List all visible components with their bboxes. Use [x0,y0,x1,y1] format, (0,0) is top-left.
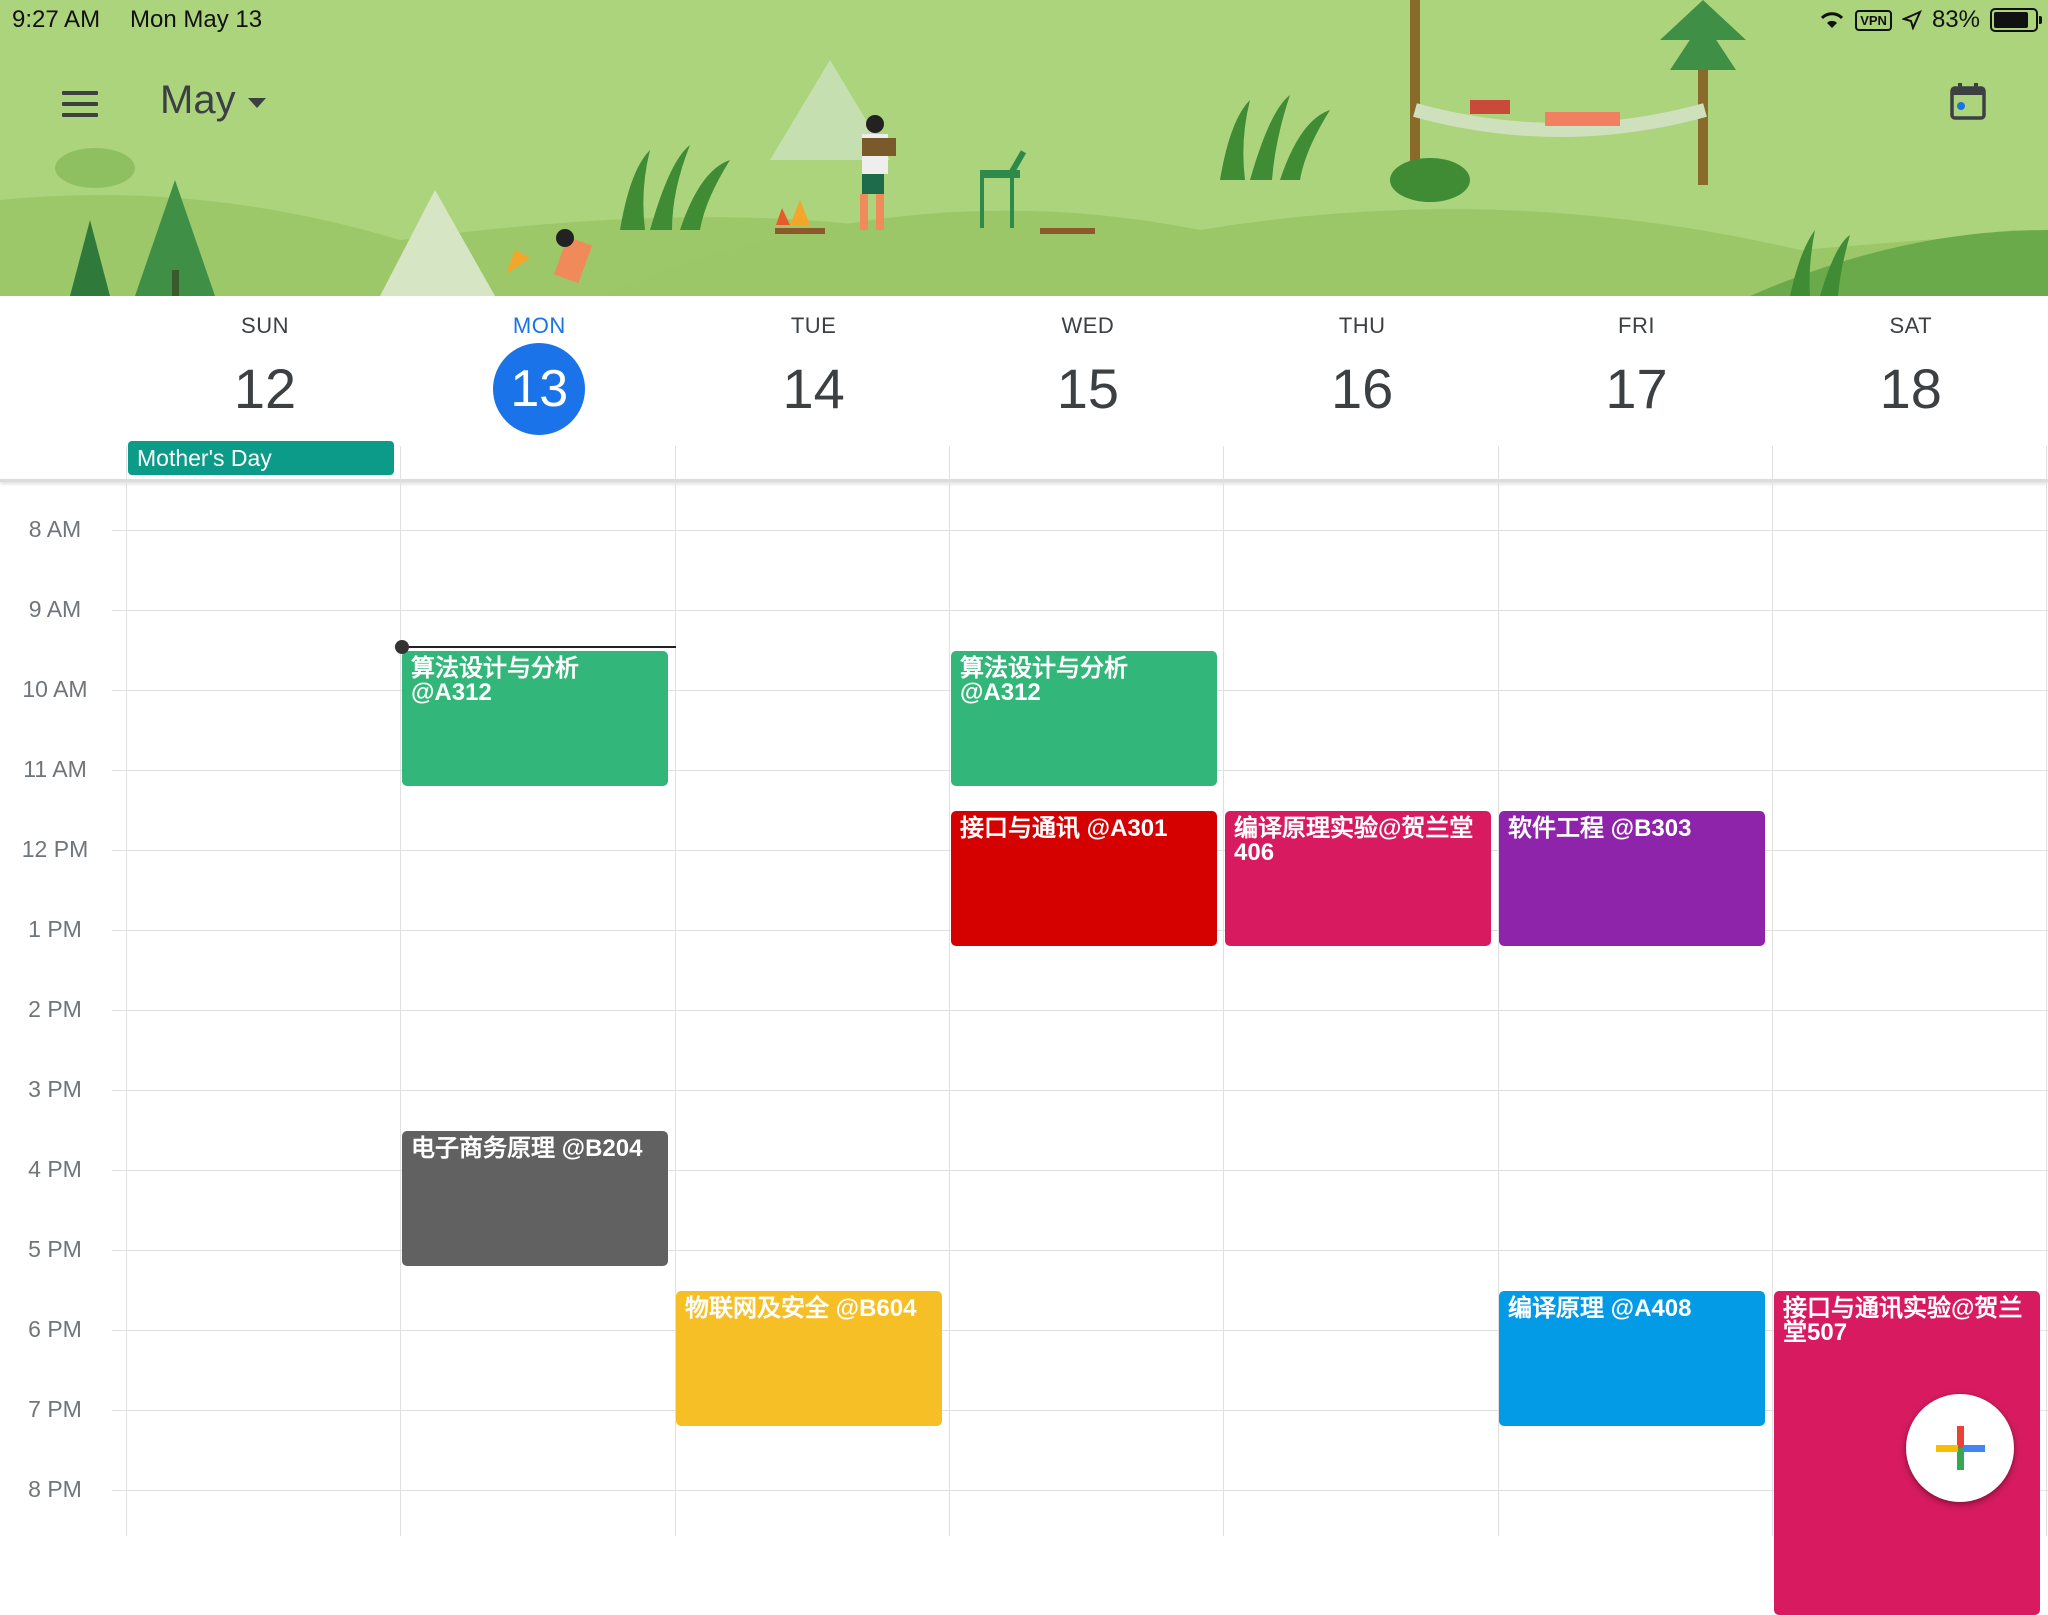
status-bar: 9:27 AM Mon May 13 VPN 83% [0,0,2048,40]
header-divider [0,479,2048,482]
chevron-down-icon [247,97,266,108]
battery-percent: 83% [1931,6,1980,33]
calendar-event[interactable]: 接口与通讯 @A301 [951,811,1217,946]
hour-label: 11 AM [23,756,87,782]
hour-label: 9 AM [28,596,82,622]
status-time: 9:27 AM [12,6,101,33]
hour-gridline [112,610,2048,611]
hour-label: 1 PM [28,916,82,942]
day-name-fri: FRI [1618,313,1655,338]
day-number-15[interactable]: 15 [951,356,1225,421]
calendar-event[interactable]: 编译原理实验@贺兰堂406 [1225,811,1491,946]
day-number-14[interactable]: 14 [677,356,951,421]
calendar-event[interactable]: 编译原理 @A408 [1499,1291,1765,1426]
hour-label: 3 PM [28,1076,82,1102]
calendar-today-icon[interactable] [1946,80,1990,124]
all-day-event-mothers-day[interactable]: Mother's Day [128,441,394,475]
hour-label: 2 PM [28,996,82,1022]
day-name-thu: THU [1338,313,1386,338]
status-date: Mon May 13 [130,6,263,33]
location-arrow-icon [1901,10,1922,30]
hour-gridline [112,530,2048,531]
day-name-wed: WED [1061,313,1115,338]
day-number-18[interactable]: 18 [1774,356,2048,421]
hour-label: 10 AM [22,676,88,702]
month-label: May [160,78,236,122]
camping-illustration [0,0,2048,296]
day-number-13[interactable]: 13 [402,343,676,435]
hour-label: 8 AM [28,516,82,542]
add-event-button[interactable] [1906,1394,2014,1502]
wifi-icon [1821,12,1844,28]
battery-icon [1990,8,2042,32]
day-column-divider [2046,446,2047,1536]
day-name-mon: MON [512,313,566,338]
hour-label: 8 PM [28,1476,82,1502]
hour-label: 6 PM [28,1316,82,1342]
day-number-12[interactable]: 12 [128,356,402,421]
calendar-event[interactable]: 算法设计与分析 @A312 [402,651,668,786]
day-column-divider [1772,446,1773,1536]
add-event-plus-icon [1936,1426,1985,1470]
status-indicators: VPN 83% [1819,6,2042,34]
hour-label: 7 PM [28,1396,82,1422]
current-time-dot [395,640,409,654]
day-column-divider [400,446,401,1536]
vpn-badge: VPN [1855,9,1892,31]
hour-gridline [112,1490,2048,1491]
hamburger-menu-icon[interactable] [54,82,110,126]
calendar-event[interactable]: 软件工程 @B303 [1499,811,1765,946]
day-name-tue: TUE [790,313,837,338]
day-column-divider [126,446,127,1536]
hour-gridline [112,1090,2048,1091]
calendar-event[interactable]: 电子商务原理 @B204 [402,1131,668,1266]
hour-gridline [112,1010,2048,1011]
day-name-sun: SUN [241,313,289,338]
calendar-event[interactable]: 算法设计与分析 @A312 [951,651,1217,786]
day-number-16[interactable]: 16 [1225,356,1499,421]
day-column-divider [1223,446,1224,1536]
day-name-sat: SAT [1889,313,1933,338]
calendar-event[interactable]: 物联网及安全 @B604 [676,1291,942,1426]
hour-label: 4 PM [28,1156,82,1182]
hour-label: 5 PM [28,1236,82,1262]
day-number-17[interactable]: 17 [1500,356,1774,421]
header-banner [0,0,2048,296]
month-selector[interactable]: May [160,78,266,123]
hour-label: 12 PM [21,836,89,862]
current-time-line [402,646,676,648]
day-column-divider [949,446,950,1536]
